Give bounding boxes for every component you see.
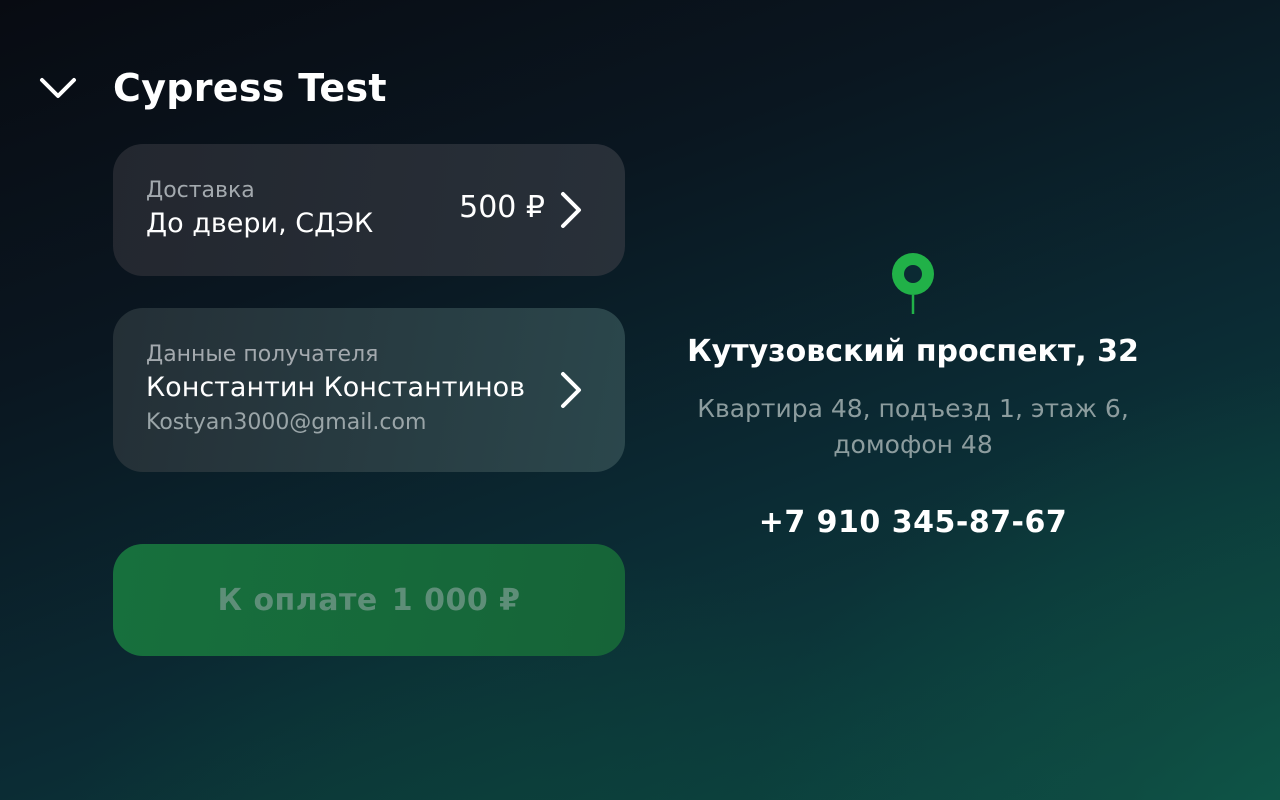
recipient-card[interactable]: Данные получателя Константин Константино… [113,308,625,472]
delivery-label: Доставка [146,178,255,203]
pay-button-label: К оплате [217,582,378,618]
chevron-right-icon [561,372,581,408]
chevron-down-icon [40,78,76,98]
recipient-label: Данные получателя [146,342,379,367]
map-pin-icon [892,253,934,314]
address-details-line: Квартира 48, подъезд 1, этаж 6, [697,394,1129,423]
pay-button-amount: 1 000 ₽ [391,582,521,618]
address-block: Кутузовский проспект, 32 Квартира 48, по… [660,252,1166,540]
pay-button[interactable]: К оплате 1 000 ₽ [113,544,625,656]
recipient-name: Константин Константинов [146,372,526,403]
delivery-price: 500 ₽ [459,190,545,225]
chevron-right-icon [561,192,581,228]
header: Cypress Test [36,62,387,114]
address-details-line: домофон 48 [833,430,993,459]
collapse-button[interactable] [36,66,80,110]
page-title: Cypress Test [113,66,387,110]
address-street: Кутузовский проспект, 32 [687,334,1139,369]
recipient-email: Kostyan3000@gmail.com [146,410,427,435]
phone-number: +7 910 345-87-67 [758,505,1068,540]
delivery-card[interactable]: Доставка До двери, СДЭК 500 ₽ [113,144,625,276]
address-details: Квартира 48, подъезд 1, этаж 6, домофон … [660,391,1166,463]
delivery-method: До двери, СДЭК [146,208,374,239]
